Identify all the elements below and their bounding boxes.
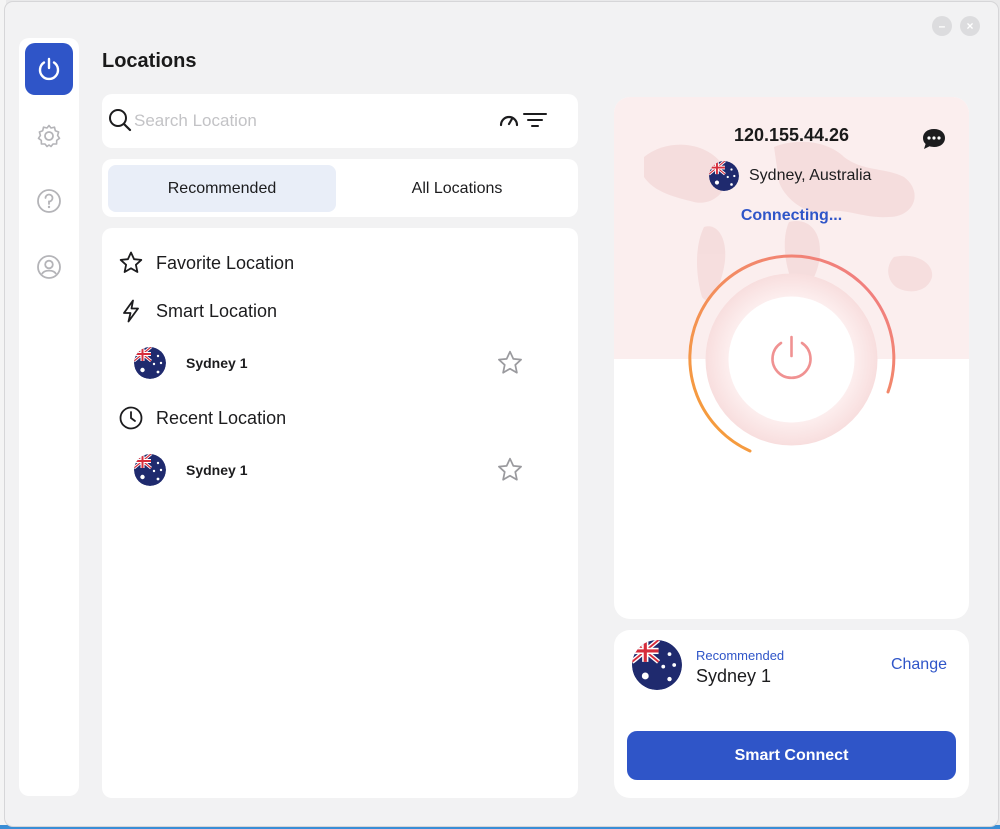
chat-bubble-icon[interactable] [921, 127, 947, 151]
recommended-server-name: Sydney 1 [696, 666, 772, 686]
sidebar-item-help[interactable] [25, 175, 73, 227]
smart-connect-button[interactable]: Smart Connect [627, 731, 956, 780]
australia-flag-icon [134, 454, 166, 486]
minimize-button[interactable]: – [932, 16, 952, 36]
australia-flag-icon [709, 161, 739, 191]
search-input[interactable] [134, 107, 464, 135]
user-circle-icon [37, 255, 61, 279]
sidebar-item-power[interactable] [25, 43, 73, 95]
favorite-star-icon[interactable] [496, 456, 524, 484]
ip-address: 120.155.44.26 [733, 125, 850, 145]
connect-dial [688, 254, 896, 453]
location-name: Sydney 1 [186, 355, 248, 371]
close-button[interactable]: × [960, 16, 980, 36]
location-list: Favorite Location Smart Location Sydney … [102, 228, 578, 798]
search-bar [102, 94, 578, 148]
question-circle-icon [37, 189, 61, 213]
location-name: Sydney 1 [186, 462, 248, 478]
favorite-location-section[interactable]: Favorite Location [118, 250, 294, 276]
window-controls: – × [932, 16, 980, 36]
list-item-smart-sydney[interactable]: Sydney 1 [134, 346, 524, 380]
sidebar [19, 38, 79, 796]
location-tabs: Recommended All Locations [102, 159, 578, 217]
smart-location-label: Smart Location [156, 300, 278, 321]
australia-flag-icon [632, 640, 682, 690]
sidebar-item-account[interactable] [25, 241, 73, 293]
australia-flag-icon [134, 347, 166, 379]
power-icon [38, 57, 60, 81]
lightning-icon [123, 299, 139, 323]
favorite-star-icon[interactable] [496, 349, 524, 377]
tab-all-locations[interactable]: All Locations [343, 165, 571, 212]
speedometer-icon [499, 115, 519, 127]
location-label: Sydney, Australia [749, 167, 872, 184]
current-location: Sydney, Australia [709, 161, 871, 191]
change-location-link[interactable]: Change [891, 656, 947, 674]
recent-location-section: Recent Location [118, 405, 286, 431]
tab-recommended[interactable]: Recommended [108, 165, 336, 212]
gear-icon [37, 124, 61, 148]
recommended-label: Recommended [696, 648, 785, 663]
favorite-location-label: Favorite Location [156, 252, 295, 273]
smart-connect-card: Recommended Sydney 1 Change Smart Connec… [614, 630, 969, 798]
clock-icon [119, 406, 143, 430]
list-item-recent-sydney[interactable]: Sydney 1 [134, 453, 524, 487]
power-button[interactable] [728, 296, 855, 423]
recent-location-label: Recent Location [156, 407, 287, 428]
vpn-app-window: – × Locations Search Location Recommende… [5, 2, 998, 826]
sort-filter-button[interactable] [498, 110, 548, 130]
filter-lines-icon [523, 113, 547, 127]
star-outline-icon [119, 251, 143, 273]
connection-status-text: Connecting... [740, 207, 843, 224]
sidebar-item-settings[interactable] [25, 110, 73, 162]
connection-status-card: 120.155.44.26 Sydney, Australia Connecti… [614, 97, 969, 619]
search-icon [109, 109, 132, 132]
page-title: Locations [102, 50, 197, 72]
smart-location-section: Smart Location [118, 298, 277, 324]
